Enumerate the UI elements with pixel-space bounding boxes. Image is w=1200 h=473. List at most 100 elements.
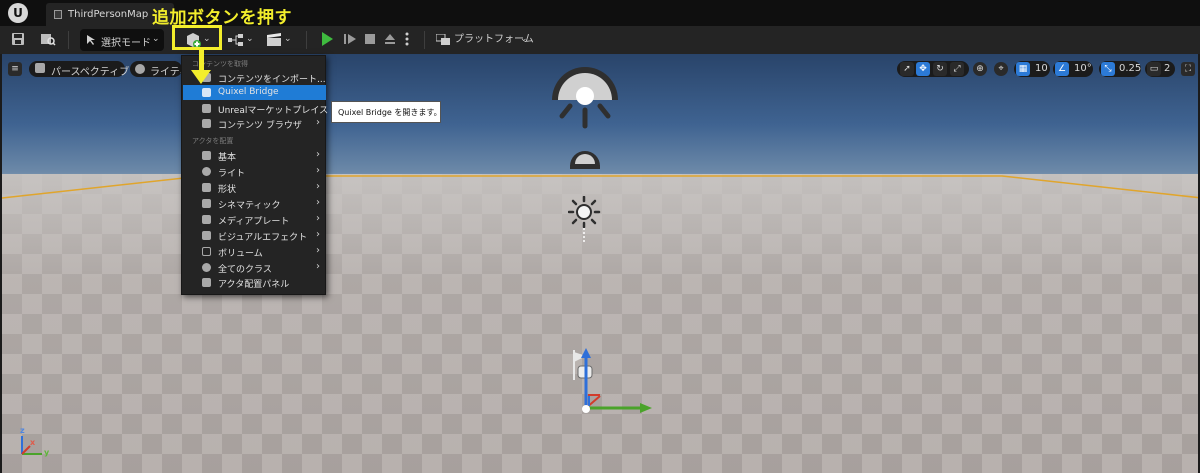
perspective-button[interactable]: パースペクティブ (29, 61, 129, 78)
world-space-icon[interactable]: ⊕ (973, 62, 987, 76)
eject-icon[interactable] (382, 32, 398, 48)
lighting-mode-button[interactable]: ライティ (130, 61, 189, 78)
select-mode-button[interactable]: 選択モード ⌄ (80, 29, 164, 51)
menu-item-label: アクタ配置パネル (218, 280, 290, 290)
media-plate-icon (202, 215, 211, 224)
chevron-down-icon: ⌄ (152, 34, 160, 44)
level-viewport[interactable]: ≡ パースペクティブ ライティ ➚ ✥ ↻ ⤢ ⊕ ⌖ ▦ 10 ∠ 10° ⤡… (0, 54, 1200, 473)
place-actors-panel-icon (202, 278, 211, 287)
axis-x-label: x (30, 438, 36, 447)
menu-item-label: メディアプレート (218, 217, 290, 227)
menu-item-label: Unrealマーケットプレイス (218, 106, 329, 116)
annotation-highlight-box (172, 25, 222, 50)
player-start-gizmo[interactable] (568, 346, 658, 418)
sky-atmosphere-icon[interactable] (568, 144, 602, 170)
shape-icon (202, 183, 211, 192)
menu-item-label: ライト (218, 169, 246, 179)
rotation-snap-icon[interactable]: ∠ (1055, 62, 1069, 76)
menu-item-label: 全てのクラス (218, 265, 272, 275)
submenu-arrow-icon: › (316, 149, 320, 160)
submenu-arrow-icon: › (316, 229, 320, 240)
menu-item-cinematic[interactable]: シネマティック › (183, 196, 326, 211)
translate-tool-icon[interactable]: ✥ (916, 62, 930, 76)
chevron-down-icon: ⌄ (246, 34, 254, 44)
menu-item-label: ボリューム (218, 249, 263, 259)
directional-light-icon[interactable] (568, 196, 604, 244)
level-tab-label: ThirdPersonMap (68, 9, 149, 20)
submenu-arrow-icon: › (316, 181, 320, 192)
submenu-arrow-icon: › (316, 197, 320, 208)
volume-icon (202, 247, 211, 256)
toolbar-separator (68, 31, 69, 49)
toolbar-separator (306, 31, 307, 49)
chevron-down-icon: ⌄ (520, 34, 528, 44)
menu-item-content-browser[interactable]: コンテンツ ブラウザ › (183, 116, 326, 131)
more-options-icon[interactable] (402, 32, 412, 48)
menu-item-label: コンテンツ ブラウザ (218, 121, 302, 131)
axis-y-label: y (44, 448, 50, 457)
menu-item-place-actors-panel[interactable]: アクタ配置パネル (183, 275, 326, 290)
menu-item-visual-effects[interactable]: ビジュアルエフェクト › (183, 228, 326, 243)
select-tool-icon[interactable]: ➚ (900, 62, 914, 76)
surface-snap-icon[interactable]: ⌖ (994, 62, 1008, 76)
axis-z-label: z (20, 426, 25, 435)
cube-icon (35, 63, 45, 73)
submenu-arrow-icon: › (316, 165, 320, 176)
menu-item-basic[interactable]: 基本 › (183, 148, 326, 163)
cinematics-button[interactable]: ⌄ (266, 32, 294, 48)
hamburger-menu-icon[interactable]: ≡ (8, 62, 22, 76)
level-icon (54, 10, 62, 19)
add-content-menu: コンテンツを取得 コンテンツをインポート... Quixel Bridge Un… (181, 55, 329, 295)
play-icon[interactable] (322, 32, 333, 46)
menu-item-all-classes[interactable]: 全てのクラス › (183, 260, 326, 275)
menu-item-marketplace[interactable]: Unrealマーケットプレイス (183, 101, 329, 116)
grid-snap-value: 10 (1035, 63, 1048, 74)
menu-section-place-actors: アクタを配置 (192, 137, 234, 145)
stop-icon[interactable] (362, 32, 378, 48)
scale-snap-icon[interactable]: ⤡ (1101, 62, 1115, 76)
submenu-arrow-icon: › (316, 117, 320, 128)
unreal-logo-icon: U (8, 3, 28, 23)
marketplace-icon (202, 104, 211, 113)
submenu-arrow-icon: › (316, 245, 320, 256)
tooltip-text: Quixel Bridge を開きます。 (338, 108, 442, 117)
menu-item-label: ビジュアルエフェクト (218, 233, 308, 243)
submenu-arrow-icon: › (316, 213, 320, 224)
maximize-viewport-icon[interactable]: ⛶ (1181, 62, 1195, 76)
menu-item-label: シネマティック (218, 201, 281, 211)
platforms-icon (436, 34, 450, 45)
step-play-icon[interactable] (342, 32, 358, 48)
cinematic-icon (202, 199, 211, 208)
folder-browse-icon[interactable] (40, 32, 56, 48)
rotate-tool-icon[interactable]: ↻ (933, 62, 947, 76)
menu-item-label: 基本 (218, 153, 237, 163)
menu-item-shapes[interactable]: 形状 › (183, 180, 326, 195)
menu-item-lights[interactable]: ライト › (183, 164, 326, 179)
all-classes-icon (202, 263, 211, 272)
quixel-bridge-tooltip: Quixel Bridge を開きます。 (331, 101, 442, 123)
grid-snap-icon[interactable]: ▦ (1016, 62, 1030, 76)
annotation-arrow-icon (191, 70, 211, 84)
menu-item-volumes[interactable]: ボリューム › (183, 244, 326, 259)
menu-item-label: Quixel Bridge (218, 87, 279, 97)
menu-item-label: 形状 (218, 185, 237, 195)
lighting-icon (135, 64, 145, 74)
select-mode-label: 選択モード (101, 38, 151, 49)
platforms-button[interactable]: プラットフォーム ⌄ (434, 32, 534, 48)
chevron-down-icon: ⌄ (284, 34, 292, 44)
blueprint-icon (228, 34, 243, 46)
menu-item-quixel-bridge[interactable]: Quixel Bridge (183, 85, 326, 100)
clapperboard-icon (267, 33, 281, 46)
sky-light-icon[interactable] (550, 66, 620, 136)
content-browser-icon (202, 119, 211, 128)
blueprint-button[interactable]: ⌄ (228, 32, 256, 48)
camera-speed-icon[interactable]: ▭ (1147, 62, 1161, 76)
scale-tool-icon[interactable]: ⤢ (950, 62, 964, 76)
light-bulb-icon (202, 167, 211, 176)
menu-item-media-plate[interactable]: メディアプレート › (183, 212, 326, 227)
quixel-bridge-icon (202, 88, 211, 97)
visual-effects-icon (202, 231, 211, 240)
toolbar-separator (424, 31, 425, 49)
rotation-snap-value: 10° (1074, 63, 1092, 74)
save-icon[interactable] (10, 32, 26, 48)
